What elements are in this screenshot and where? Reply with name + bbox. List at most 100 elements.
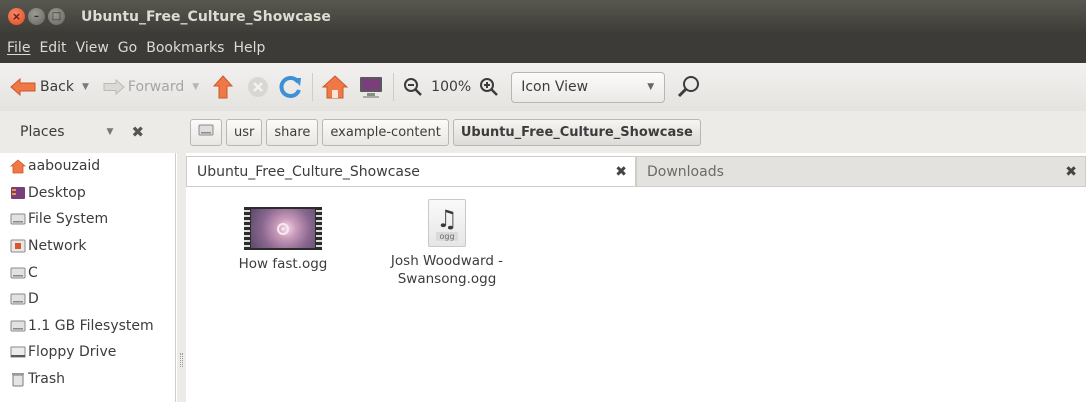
path-segment-button[interactable]: share	[266, 118, 319, 146]
floppy-icon	[10, 345, 26, 360]
grip-icon	[180, 353, 183, 367]
sidebar-item-desktop[interactable]: Desktop	[0, 180, 175, 207]
file-item[interactable]: How fast.ogg	[208, 207, 358, 273]
path-segment-label: example-content	[330, 124, 441, 140]
sidebar-item-label: aabouzaid	[28, 158, 101, 175]
location-bar: Places ▼ ✖ usr share example-content Ubuntu…	[0, 111, 1086, 153]
breadcrumb: usr share example-content Ubuntu_Free_Cultu…	[190, 118, 701, 146]
drive-icon	[198, 122, 214, 142]
sidebar-item-c[interactable]: C	[0, 259, 175, 286]
back-history-dropdown[interactable]: ▼	[82, 82, 89, 92]
menu-go[interactable]: Go	[118, 40, 137, 56]
tab-bar: Ubuntu_Free_Culture_Showcase ✖ Downloads…	[186, 156, 1086, 186]
trash-icon	[10, 372, 26, 387]
stop-icon[interactable]	[247, 76, 269, 98]
back-arrow-icon	[10, 78, 36, 96]
sidebar-item-label: Desktop	[28, 184, 86, 201]
desktop-icon	[10, 185, 26, 200]
film-strip-right	[316, 207, 322, 250]
places-dropdown-icon[interactable]: ▼	[107, 127, 114, 137]
sidebar-item-network[interactable]: Network	[0, 233, 175, 260]
file-view: How fast.ogg ♫ ogg Josh Woodward - Swans…	[186, 186, 1086, 402]
film-strip-left	[244, 207, 250, 250]
path-root-button[interactable]	[190, 118, 222, 146]
menu-file[interactable]: File	[7, 40, 30, 56]
path-segment-button[interactable]: example-content	[322, 118, 449, 146]
sidebar-item-floppy-drive[interactable]: Floppy Drive	[0, 339, 175, 366]
video-file-icon	[244, 207, 322, 250]
menu-bar: File Edit View Go Bookmarks Help	[0, 33, 1086, 63]
up-arrow-icon[interactable]	[213, 75, 234, 99]
path-segment-label: Ubuntu_Free_Culture_Showcase	[460, 124, 693, 140]
file-item[interactable]: ♫ ogg Josh Woodward - Swansong.ogg	[372, 199, 522, 288]
path-segment-label: share	[274, 124, 311, 140]
title-bar: × – □ Ubuntu_Free_Culture_Showcase	[0, 0, 1086, 33]
network-icon	[10, 239, 26, 254]
sidebar-item-label: File System	[28, 211, 109, 228]
reload-icon[interactable]	[279, 75, 303, 99]
tab-label: Ubuntu_Free_Culture_Showcase	[197, 163, 420, 180]
zoom-in-icon[interactable]	[479, 77, 499, 97]
search-icon[interactable]	[677, 75, 701, 99]
audio-file-icon: ♫ ogg	[428, 199, 466, 247]
back-button[interactable]: Back ▼	[10, 78, 89, 96]
sidebar-item-file-system[interactable]: File System	[0, 206, 175, 233]
forward-label: Forward	[127, 79, 185, 95]
close-icon: ×	[11, 10, 22, 23]
back-label: Back	[40, 79, 74, 95]
sidebar-item-trash[interactable]: Trash	[0, 366, 175, 393]
forward-button[interactable]: Forward ▼	[103, 79, 199, 95]
toolbar: Back ▼ Forward ▼ 100% Icon View ▼	[0, 63, 1086, 111]
minimize-icon: –	[34, 11, 39, 22]
forward-arrow-icon	[103, 79, 125, 95]
sidebar-item-1-1-gb-filesystem[interactable]: 1.1 GB Filesystem	[0, 313, 175, 340]
tab-downloads[interactable]: Downloads ✖	[636, 156, 1086, 186]
maximize-window-button[interactable]: □	[48, 8, 65, 25]
home-icon[interactable]	[322, 75, 349, 99]
video-frame	[251, 209, 315, 248]
sidebar-item-d[interactable]: D	[0, 286, 175, 313]
home-folder-icon	[10, 159, 26, 174]
sidebar-item-label: C	[28, 264, 38, 281]
file-name: How fast.ogg	[238, 256, 328, 272]
menu-edit[interactable]: Edit	[39, 40, 66, 56]
sidebar-item-aabouzaid[interactable]: aabouzaid	[0, 153, 175, 180]
drive-icon	[10, 318, 26, 333]
file-extension: ogg	[436, 231, 458, 241]
view-mode-select[interactable]: Icon View ▼	[511, 71, 666, 103]
close-sidebar-icon[interactable]: ✖	[131, 123, 144, 141]
view-mode-value: Icon View	[521, 79, 589, 95]
sidebar-item-label: Network	[28, 238, 87, 255]
minimize-window-button[interactable]: –	[28, 8, 45, 25]
path-segment-button[interactable]: Ubuntu_Free_Culture_Showcase	[452, 118, 701, 146]
computer-icon[interactable]	[358, 75, 384, 99]
places-sidebar: aabouzaid Desktop File System Network C D 1.1 …	[0, 153, 176, 402]
menu-help[interactable]: Help	[233, 40, 265, 56]
music-note-icon: ♫	[436, 204, 458, 233]
path-segment-button[interactable]: usr	[226, 118, 263, 146]
places-header: Places ▼ ✖	[0, 123, 180, 141]
pane-resize-handle[interactable]	[177, 153, 186, 402]
close-tab-icon[interactable]: ✖	[1065, 164, 1077, 180]
menu-view[interactable]: View	[76, 40, 109, 56]
forward-history-dropdown[interactable]: ▼	[192, 82, 199, 92]
toolbar-separator	[393, 73, 395, 101]
window-title: Ubuntu_Free_Culture_Showcase	[81, 8, 331, 25]
drive-icon	[10, 292, 26, 307]
tab-label: Downloads	[647, 163, 724, 180]
close-window-button[interactable]: ×	[8, 8, 25, 25]
close-tab-icon[interactable]: ✖	[615, 164, 627, 180]
places-label[interactable]: Places	[20, 124, 65, 140]
chevron-down-icon: ▼	[647, 82, 655, 92]
window-controls: × – □	[8, 8, 65, 25]
zoom-level[interactable]: 100%	[431, 79, 471, 95]
menu-bookmarks[interactable]: Bookmarks	[146, 40, 224, 56]
sidebar-item-label: Floppy Drive	[28, 344, 117, 361]
tab-ubuntu-free-culture-showcase[interactable]: Ubuntu_Free_Culture_Showcase ✖	[186, 156, 636, 186]
zoom-out-icon[interactable]	[403, 77, 423, 97]
sidebar-item-label: 1.1 GB Filesystem	[28, 317, 154, 334]
path-segments: usr share example-content Ubuntu_Free_Cultu…	[226, 118, 701, 146]
maximize-icon: □	[51, 11, 62, 22]
sidebar-list: aabouzaid Desktop File System Network C D 1.1 …	[0, 153, 175, 392]
sidebar-item-label: Trash	[28, 371, 65, 388]
